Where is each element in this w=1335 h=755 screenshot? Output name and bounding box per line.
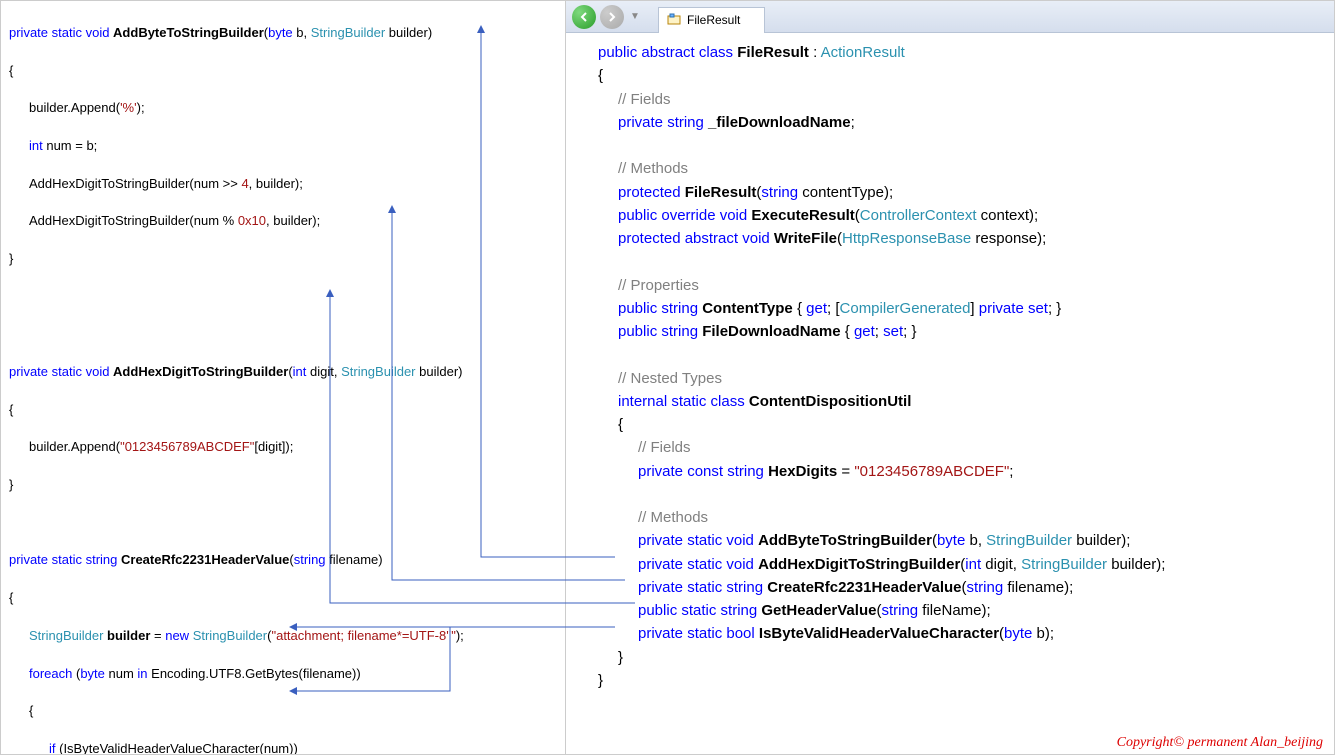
watermark: Copyright© permanent Alan_beijing <box>1117 735 1323 751</box>
file-tab[interactable]: FileResult <box>658 7 765 33</box>
comment: // Methods <box>578 506 1322 529</box>
method-name: AddByteToStringBuilder <box>113 25 264 40</box>
left-code-block: private static void AddByteToStringBuild… <box>9 5 557 754</box>
comment: // Properties <box>578 274 1322 297</box>
arrow-right-icon <box>606 11 618 23</box>
method-name: CreateRfc2231HeaderValue <box>121 552 289 567</box>
class-icon <box>667 13 681 27</box>
arrow-left-icon <box>578 11 590 23</box>
right-code-block: public abstract class FileResult : Actio… <box>566 33 1334 700</box>
forward-button[interactable] <box>600 5 624 29</box>
comment: // Methods <box>578 157 1322 180</box>
main-container: private static void AddByteToStringBuild… <box>0 0 1335 755</box>
comment: // Fields <box>578 88 1322 111</box>
method-name: AddHexDigitToStringBuilder <box>113 364 288 379</box>
right-pane: ▼ FileResult public abstract class FileR… <box>565 1 1334 754</box>
tab-label: FileResult <box>687 13 740 27</box>
toolbar: ▼ FileResult <box>566 1 1334 33</box>
comment: // Nested Types <box>578 367 1322 390</box>
back-button[interactable] <box>572 5 596 29</box>
nav-dropdown[interactable]: ▼ <box>628 10 642 24</box>
class-name: FileResult <box>737 44 809 61</box>
comment: // Fields <box>578 436 1322 459</box>
kw: private static void <box>9 25 113 40</box>
left-code-pane: private static void AddByteToStringBuild… <box>1 1 565 754</box>
